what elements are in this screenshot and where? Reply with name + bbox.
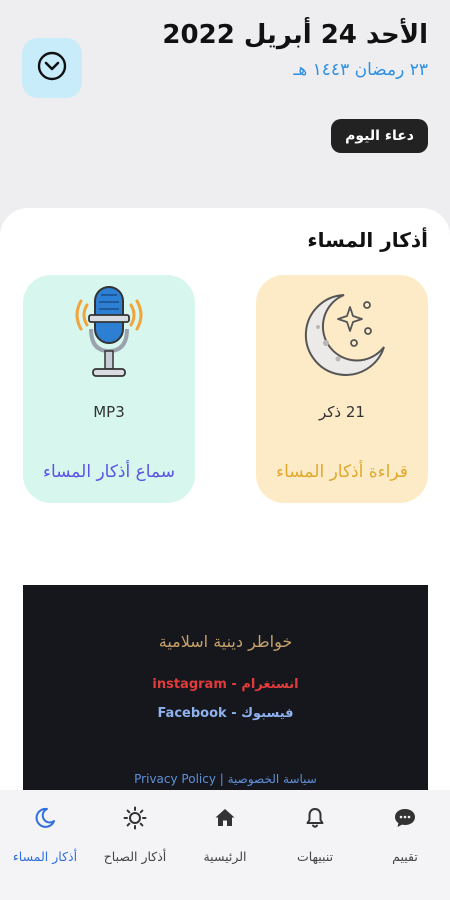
- instagram-link[interactable]: انستغرام - instagram: [23, 677, 428, 692]
- nav-label-evening-adhkar: أذكار المساء: [12, 849, 78, 864]
- nav-item-alerts[interactable]: تنبيهات: [270, 790, 360, 900]
- gregorian-date: الأحد 24 أبريل 2022: [162, 20, 428, 50]
- sun-icon: [123, 804, 147, 832]
- section-title: أذكار المساء: [307, 228, 428, 252]
- listen-evening-adhkar-label: سماع أذكار المساء: [42, 462, 176, 482]
- expand-button[interactable]: [22, 38, 82, 98]
- promo-banner[interactable]: خواطر دينية اسلامية انستغرام - instagram…: [23, 585, 428, 790]
- moon-icon: [33, 804, 57, 832]
- microphone-icon: [23, 285, 195, 385]
- home-icon: [213, 804, 237, 832]
- listen-evening-adhkar-card[interactable]: MP3 سماع أذكار المساء: [23, 275, 195, 503]
- privacy-policy-link[interactable]: سياسة الخصوصية | Privacy Policy: [23, 772, 428, 786]
- crescent-moon-icon: [256, 285, 428, 385]
- nav-label-morning-adhkar: أذكار الصباح: [103, 849, 167, 864]
- banner-title: خواطر دينية اسلامية: [158, 632, 293, 651]
- nav-item-morning-adhkar[interactable]: أذكار الصباح: [90, 790, 180, 900]
- nav-label-home: الرئيسية: [203, 849, 247, 864]
- bottom-navigation: تقييم تنبيهات الرئيسية أذكار الصباح أذكا…: [0, 790, 450, 900]
- nav-label-alerts: تنبيهات: [296, 849, 334, 864]
- hijri-date: ٢٣ رمضان ١٤٤٣ هـ: [293, 60, 428, 80]
- read-evening-adhkar-card[interactable]: 21 ذكر قراءة أذكار المساء: [256, 275, 428, 503]
- nav-label-rating: تقييم: [392, 849, 418, 864]
- nav-item-home[interactable]: الرئيسية: [180, 790, 270, 900]
- read-evening-adhkar-label: قراءة أذكار المساء: [276, 462, 408, 482]
- nav-item-evening-adhkar[interactable]: أذكار المساء: [0, 790, 90, 900]
- nav-item-rating[interactable]: تقييم: [360, 790, 450, 900]
- audio-format: MP3: [93, 403, 125, 421]
- chevron-down-icon: [36, 50, 68, 86]
- chat-bubble-icon: [393, 804, 417, 832]
- bell-icon: [303, 804, 327, 832]
- daily-dua-button[interactable]: دعاء اليوم: [331, 119, 428, 153]
- adhkar-count: 21 ذكر: [319, 403, 365, 421]
- facebook-link[interactable]: فيسبوك - Facebook: [23, 706, 428, 721]
